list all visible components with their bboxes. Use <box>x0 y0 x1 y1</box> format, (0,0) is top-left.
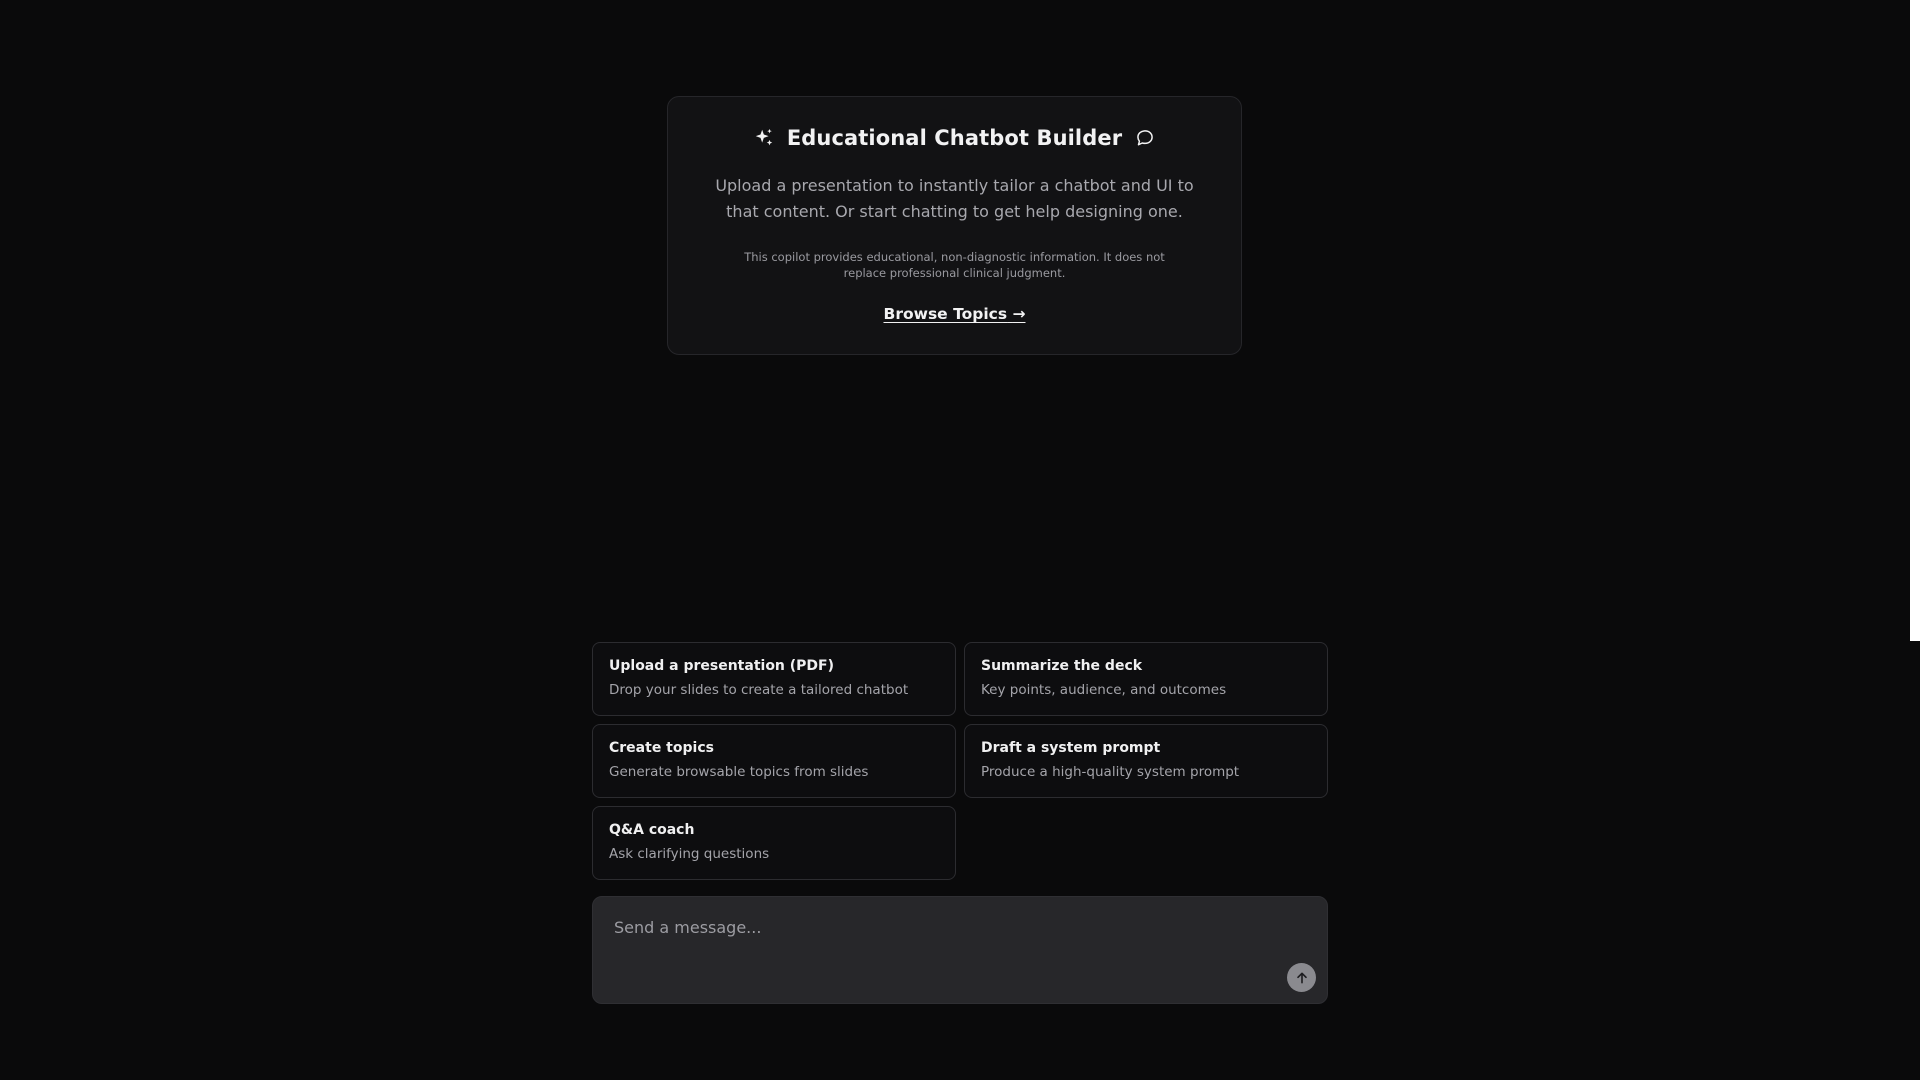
sparkles-icon <box>753 127 775 149</box>
suggestion-title: Upload a presentation (PDF) <box>609 658 835 674</box>
suggestion-subtitle: Produce a high-quality system prompt <box>981 764 1240 780</box>
suggestion-card-qa-coach[interactable]: Q&A coach Ask clarifying questions <box>592 806 956 880</box>
suggestion-subtitle: Generate browsable topics from slides <box>609 764 869 780</box>
suggestion-card-summarize-deck[interactable]: Summarize the deck Key points, audience,… <box>964 642 1328 716</box>
browse-topics-label: Browse Topics → <box>884 305 1026 323</box>
message-input[interactable] <box>593 897 1253 957</box>
send-button[interactable] <box>1287 963 1316 992</box>
chat-bubble-icon <box>1134 127 1156 149</box>
suggestion-title: Q&A coach <box>609 822 695 838</box>
message-composer <box>592 896 1328 1004</box>
browse-topics-link[interactable]: Browse Topics → <box>668 305 1241 323</box>
suggestion-subtitle: Key points, audience, and outcomes <box>981 682 1227 698</box>
app-page: Educational Chatbot Builder Upload a pre… <box>0 0 1920 1080</box>
intro-disclaimer: This copilot provides educational, non-d… <box>744 250 1165 280</box>
suggestion-subtitle: Ask clarifying questions <box>609 846 770 862</box>
suggestion-subtitle: Drop your slides to create a tailored ch… <box>609 682 909 698</box>
suggestion-card-upload-presentation[interactable]: Upload a presentation (PDF) Drop your sl… <box>592 642 956 716</box>
suggestion-title: Summarize the deck <box>981 658 1143 674</box>
intro-card: Educational Chatbot Builder Upload a pre… <box>667 96 1242 355</box>
intro-description: Upload a presentation to instantly tailo… <box>715 176 1194 221</box>
scrollbar-thumb[interactable] <box>1910 0 1920 641</box>
page-title: Educational Chatbot Builder <box>786 126 1123 150</box>
suggestion-title: Create topics <box>609 740 714 756</box>
intro-title-row: Educational Chatbot Builder <box>668 121 1241 155</box>
suggestion-card-create-topics[interactable]: Create topics Generate browsable topics … <box>592 724 956 798</box>
arrow-up-icon <box>1294 970 1310 986</box>
suggestion-card-draft-system-prompt[interactable]: Draft a system prompt Produce a high-qua… <box>964 724 1328 798</box>
browse-topics-text: Browse Topics <box>883 305 1008 323</box>
arrow-right-icon: → <box>1012 305 1026 323</box>
suggestion-title: Draft a system prompt <box>981 740 1161 756</box>
